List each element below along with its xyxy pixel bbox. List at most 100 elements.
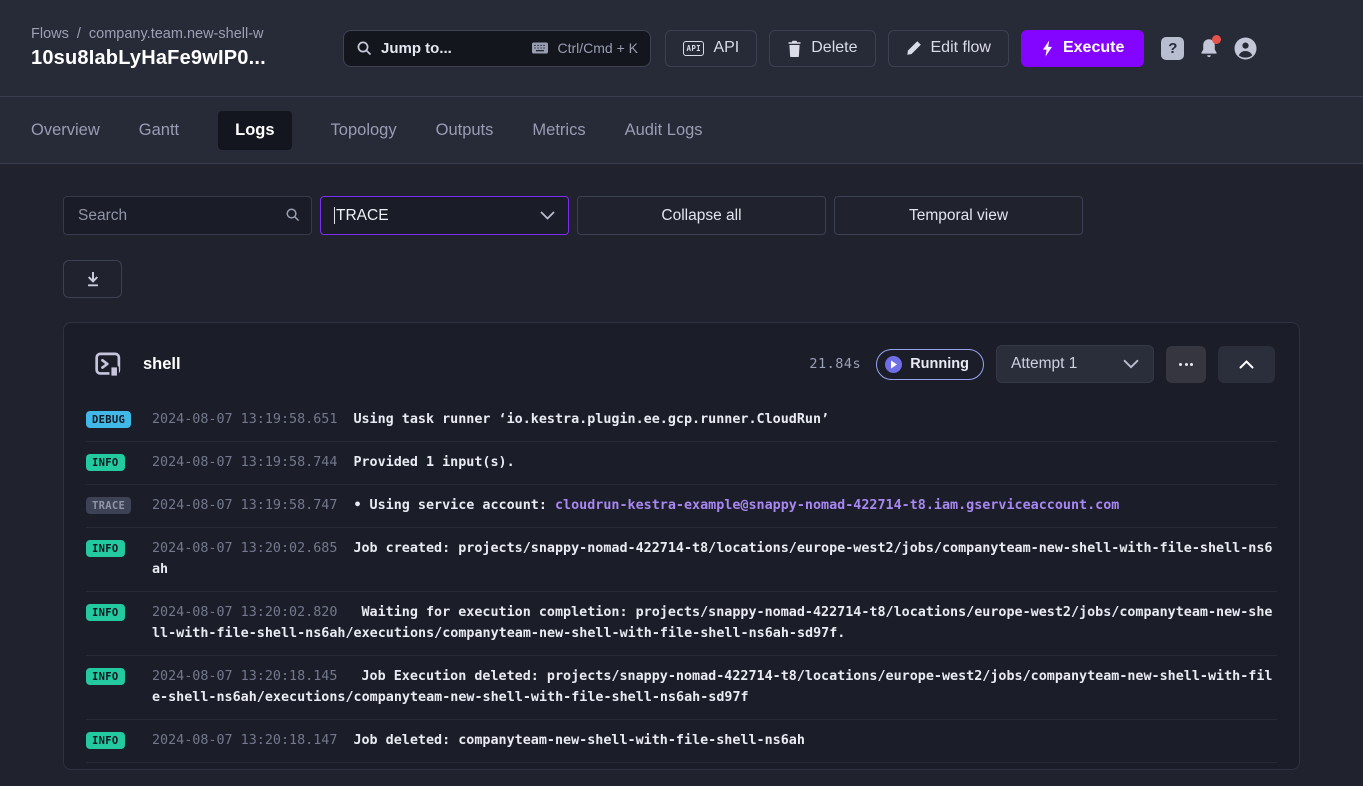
chevron-down-icon xyxy=(540,211,555,220)
task-name: shell xyxy=(143,355,809,374)
delete-button-label: Delete xyxy=(811,39,857,57)
notifications-button[interactable] xyxy=(1198,37,1220,60)
search-icon xyxy=(356,40,372,56)
help-button[interactable]: ? xyxy=(1161,37,1184,60)
header-actions: API API Delete Edit flow Execute xyxy=(665,30,1144,67)
logs-page: TRACE Collapse all Temporal view xyxy=(0,164,1363,770)
breadcrumb-namespace[interactable]: company.team.new-shell-w xyxy=(89,26,264,42)
execute-button[interactable]: Execute xyxy=(1021,30,1144,67)
task-log-panel: shell 21.84s Running Attempt 1 xyxy=(63,322,1300,770)
notification-dot xyxy=(1212,35,1221,44)
keyboard-icon xyxy=(531,41,549,55)
more-options-button[interactable] xyxy=(1166,346,1206,383)
download-row xyxy=(63,260,1300,298)
log-level-value: TRACE xyxy=(336,207,389,225)
temporal-view-button[interactable]: Temporal view xyxy=(834,196,1083,235)
tab-bar: Overview Gantt Logs Topology Outputs Metrics A… xyxy=(0,97,1363,164)
log-timestamp: 2024-08-07 13:20:02.685 xyxy=(152,541,337,556)
edit-flow-button[interactable]: Edit flow xyxy=(888,30,1009,67)
api-icon: API xyxy=(683,41,704,56)
avatar-icon xyxy=(1234,37,1257,60)
collapse-task-button[interactable] xyxy=(1218,346,1275,383)
lightning-icon xyxy=(1041,40,1054,57)
log-row: DEBUG 2024-08-07 13:19:58.651 Using task r… xyxy=(86,399,1277,442)
breadcrumb-flows[interactable]: Flows xyxy=(31,26,69,42)
log-text: 2024-08-07 13:20:02.685Job created: proj… xyxy=(152,538,1277,580)
log-level-select[interactable]: TRACE xyxy=(320,196,569,235)
log-level-badge-col: TRACE xyxy=(86,495,138,514)
attempt-value: Attempt 1 xyxy=(1011,355,1077,373)
log-timestamp: 2024-08-07 13:19:58.747 xyxy=(152,498,337,513)
tab-topology[interactable]: Topology xyxy=(331,111,397,150)
log-row: INFO 2024-08-07 13:20:02.685Job created: … xyxy=(86,528,1277,592)
status-badge[interactable]: Running xyxy=(876,349,984,380)
log-level-badge: TRACE xyxy=(86,497,131,514)
log-timestamp: 2024-08-07 13:19:58.651 xyxy=(152,412,337,427)
task-duration: 21.84s xyxy=(809,356,861,372)
log-level-badge: INFO xyxy=(86,540,125,557)
ellipsis-icon xyxy=(1179,363,1182,366)
log-message: Job deleted: companyteam-new-shell-with-… xyxy=(353,733,804,748)
flow-info: Flows / company.team.new-shell-w 10su8Ia… xyxy=(31,26,343,70)
log-level-badge: INFO xyxy=(86,668,125,685)
jump-to-placeholder: Jump to... xyxy=(381,40,522,57)
trash-icon xyxy=(787,40,802,57)
tab-outputs[interactable]: Outputs xyxy=(436,111,494,150)
log-text: 2024-08-07 13:19:58.651 Using task runner… xyxy=(152,409,1277,430)
task-panel-header: shell 21.84s Running Attempt 1 xyxy=(86,323,1277,399)
filter-row: TRACE Collapse all Temporal view xyxy=(63,196,1300,235)
tab-audit-logs[interactable]: Audit Logs xyxy=(625,111,703,150)
log-row: INFO 2024-08-07 13:20:18.147 Job deleted: … xyxy=(86,720,1277,763)
log-level-badge: INFO xyxy=(86,454,125,471)
log-message: Provided 1 input(s). xyxy=(353,455,514,470)
download-icon xyxy=(85,271,101,287)
header-icon-cluster: ? xyxy=(1161,37,1257,60)
log-level-badge-col: INFO xyxy=(86,666,138,685)
log-level-badge: INFO xyxy=(86,732,125,749)
tab-logs[interactable]: Logs xyxy=(218,111,291,150)
breadcrumb: Flows / company.team.new-shell-w xyxy=(31,26,343,42)
log-level-badge-col: DEBUG xyxy=(86,409,138,428)
download-logs-button[interactable] xyxy=(63,260,122,298)
execute-button-label: Execute xyxy=(1063,39,1124,57)
search-icon xyxy=(285,207,300,227)
api-button[interactable]: API API xyxy=(665,30,757,67)
log-level-badge-col: INFO xyxy=(86,538,138,557)
log-timestamp: 2024-08-07 13:19:58.744 xyxy=(152,455,337,470)
log-row: INFO 2024-08-07 13:20:02.820 Waiting for … xyxy=(86,592,1277,656)
log-timestamp: 2024-08-07 13:20:02.820 xyxy=(152,605,337,620)
tab-overview[interactable]: Overview xyxy=(31,111,100,150)
log-search xyxy=(63,196,312,235)
chevron-up-icon xyxy=(1239,360,1254,369)
log-level-badge-col: INFO xyxy=(86,730,138,749)
terminal-icon xyxy=(94,350,123,379)
tab-metrics[interactable]: Metrics xyxy=(532,111,585,150)
api-button-label: API xyxy=(713,39,739,57)
log-message-link[interactable]: cloudrun-kestra-example@snappy-nomad-422… xyxy=(555,498,1119,513)
delete-button[interactable]: Delete xyxy=(769,30,875,67)
tab-gantt[interactable]: Gantt xyxy=(139,111,179,150)
collapse-all-button[interactable]: Collapse all xyxy=(577,196,826,235)
log-level-badge: DEBUG xyxy=(86,411,131,428)
user-menu-button[interactable] xyxy=(1234,37,1257,60)
log-text: 2024-08-07 13:19:58.744 Provided 1 input(… xyxy=(152,452,1277,473)
jump-to-search[interactable]: Jump to... Ctrl/Cmd + K xyxy=(343,30,651,67)
log-level-badge-col: INFO xyxy=(86,452,138,471)
log-message: • Using service account: xyxy=(353,498,555,513)
page-title: 10su8IabLyHaFe9wIP0... xyxy=(31,47,343,70)
attempt-select[interactable]: Attempt 1 xyxy=(996,345,1154,383)
pencil-icon xyxy=(906,40,922,56)
log-message: Using task runner ‘io.kestra.plugin.ee.g… xyxy=(353,412,829,427)
log-row: INFO2024-08-07 13:20:18.145 Job Executio… xyxy=(86,656,1277,720)
log-level-badge-col: INFO xyxy=(86,602,138,621)
header: Flows / company.team.new-shell-w 10su8Ia… xyxy=(0,0,1363,97)
log-timestamp: 2024-08-07 13:20:18.145 xyxy=(152,669,337,684)
task-panel-controls: 21.84s Running Attempt 1 xyxy=(809,345,1275,383)
search-input[interactable] xyxy=(63,196,312,235)
log-timestamp: 2024-08-07 13:20:18.147 xyxy=(152,733,337,748)
breadcrumb-separator: / xyxy=(77,26,81,42)
app-root: Flows / company.team.new-shell-w 10su8Ia… xyxy=(0,0,1363,770)
log-text: 2024-08-07 13:20:02.820 Waiting for exec… xyxy=(152,602,1277,644)
log-text: 2024-08-07 13:20:18.147 Job deleted: comp… xyxy=(152,730,1277,751)
text-cursor xyxy=(334,207,335,224)
